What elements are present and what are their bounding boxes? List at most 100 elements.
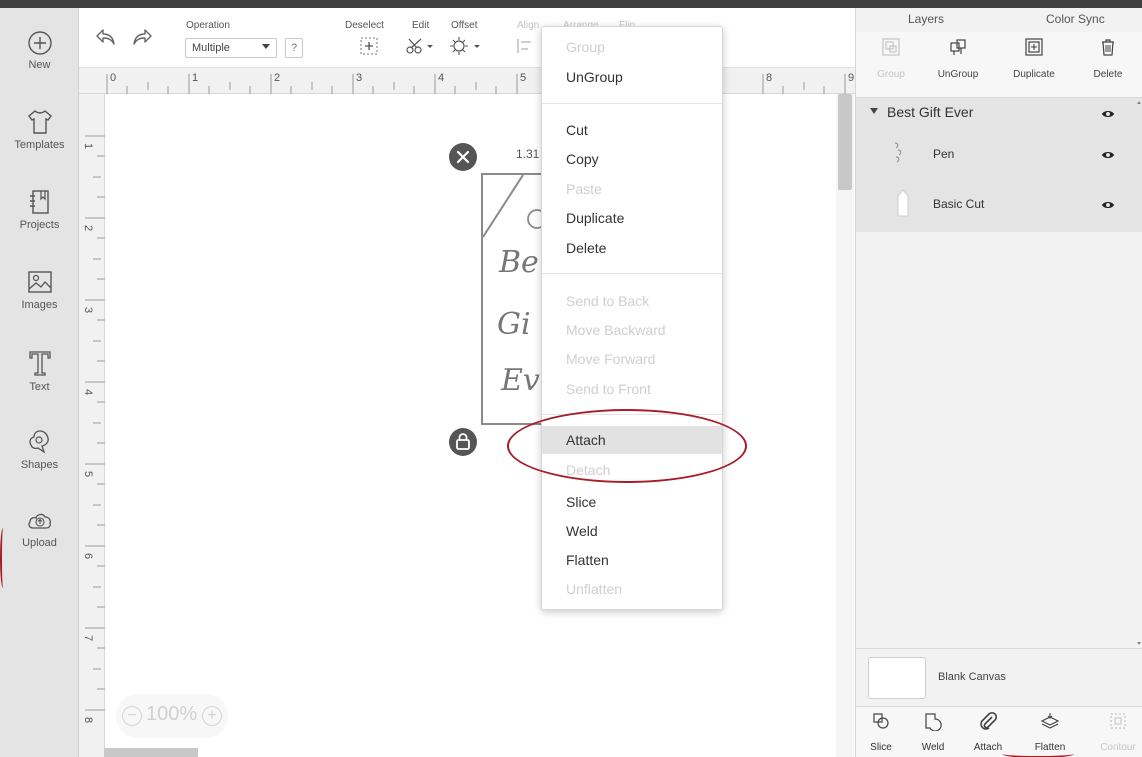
group-icon [882,38,900,56]
menu-item-group[interactable]: Group [542,33,722,61]
layer-row[interactable]: Basic Cut [856,180,1142,230]
menu-item-duplicate[interactable]: Duplicate [542,204,722,232]
flatten-button[interactable]: Flatten [1025,711,1075,753]
operation-help-button[interactable]: ? [285,38,303,58]
tshirt-icon [27,110,52,134]
scrollbar-arrows [1137,101,1141,645]
menu-item-weld[interactable]: Weld [542,517,722,545]
undo-icon[interactable] [93,26,117,50]
operation-select[interactable]: Multiple [185,38,277,58]
left-sidebar: New Templates Projects Images Text Shape… [0,8,79,757]
blank-canvas-row[interactable]: Blank Canvas [856,648,1142,706]
delete-selection-button[interactable] [449,143,477,171]
menu-item-cut[interactable]: Cut [542,116,722,144]
ruler-ticks [85,135,105,711]
sidebar-item-upload[interactable]: Upload [0,508,79,576]
menu-item-paste[interactable]: Paste [542,175,722,203]
layer-row[interactable]: Pen [856,130,1142,180]
gift-tag-design[interactable]: Be Gi Ev [481,173,546,425]
caret-down-icon[interactable] [870,108,878,114]
menu-item-ungroup[interactable]: UnGroup [542,63,722,91]
action-label: Group [877,69,905,80]
lock-icon [456,433,470,450]
ruler-mark: 3 [356,72,363,84]
contour-button[interactable]: Contour [1093,711,1142,753]
menu-item-move-backward[interactable]: Move Backward [542,316,722,344]
deselect-label: Deselect [345,20,384,31]
ungroup-icon [950,39,966,55]
action-label: Weld [921,742,945,753]
context-menu: Group UnGroup Cut Copy Paste Duplicate D… [541,26,723,610]
layers-delete-button[interactable]: Delete [1073,38,1142,80]
eye-icon[interactable] [1101,148,1115,162]
sidebar-item-label: New [28,59,51,71]
lock-proportions-button[interactable] [449,428,477,456]
zoom-in-button[interactable]: + [202,706,222,726]
zoom-out-button[interactable]: − [122,706,142,726]
ruler-mark: 1 [82,142,95,150]
paperclip-icon [980,711,998,730]
edit-scissors-icon[interactable] [405,36,435,56]
canvas-swatch[interactable] [868,657,926,699]
sidebar-item-projects[interactable]: Projects [0,188,79,256]
operation-label: Operation [186,20,230,31]
canvas-vertical-scrollbar[interactable] [836,94,854,757]
menu-item-send-to-front[interactable]: Send to Front [542,375,722,403]
top-toolbar: Operation Multiple ? Deselect Edit Offse… [79,8,855,68]
upload-cloud-icon [27,513,51,529]
menu-item-delete[interactable]: Delete [542,234,722,262]
menu-item-move-forward[interactable]: Move Forward [542,345,722,373]
pen-layer-thumbnail [894,142,902,163]
sidebar-item-templates[interactable]: Templates [0,108,79,176]
layers-scrollbar[interactable] [1135,98,1142,648]
edit-label: Edit [412,20,430,31]
menu-item-send-to-back[interactable]: Send to Back [542,287,722,315]
projects-book-icon [29,190,49,214]
right-panel: Layers Color Sync Group UnGroup Duplicat… [855,8,1142,757]
eye-icon[interactable] [1101,107,1115,121]
sidebar-item-new[interactable]: New [0,30,79,98]
layers-duplicate-button[interactable]: Duplicate [999,38,1069,80]
ruler-mark: 6 [82,552,95,560]
flatten-icon [1040,713,1060,729]
sidebar-item-shapes[interactable]: Shapes [0,428,79,496]
canvas-horizontal-scrollbar[interactable] [104,748,198,757]
ruler-mark: 5 [520,72,527,84]
tab-layers[interactable]: Layers [908,12,944,26]
ruler-mark: 2 [82,224,95,232]
align-icon [517,39,531,53]
sidebar-item-label: Upload [22,537,57,549]
menu-item-unflatten[interactable]: Unflatten [542,575,722,603]
sidebar-item-text[interactable]: Text [0,348,79,416]
top-window-strip [0,0,1142,8]
ruler-mark: 8 [766,72,773,84]
script-line: Gi [497,307,531,342]
menu-item-copy[interactable]: Copy [542,145,722,173]
operation-value: Multiple [192,42,230,54]
layer-name: Basic Cut [933,197,985,211]
tag-layer-thumbnail [897,189,909,217]
sidebar-item-images[interactable]: Images [0,268,79,336]
slice-button[interactable]: Slice [856,711,906,753]
action-label: Slice [870,742,892,753]
width-dimension-label: 1.31 [516,147,540,161]
attach-button[interactable]: Attach [963,711,1013,753]
scrollbar-thumb[interactable] [838,94,852,190]
deselect-icon[interactable] [359,36,379,56]
trash-icon [1102,39,1114,56]
action-label: Duplicate [1013,69,1055,80]
eye-icon[interactable] [1101,198,1115,212]
weld-button[interactable]: Weld [908,711,958,753]
slice-icon [873,713,889,729]
layers-ungroup-button[interactable]: UnGroup [923,38,993,80]
ruler-mark: 7 [82,634,95,642]
layer-group-row[interactable]: Best Gift Ever [856,98,1142,128]
menu-item-flatten[interactable]: Flatten [542,546,722,574]
layers-group-button[interactable]: Group [856,38,926,80]
offset-icon[interactable] [449,36,483,56]
ruler-mark: 4 [82,388,95,396]
redo-icon[interactable] [131,26,155,50]
tab-color-sync[interactable]: Color Sync [1046,12,1105,26]
menu-item-slice[interactable]: Slice [542,488,722,516]
menu-separator [542,273,722,274]
